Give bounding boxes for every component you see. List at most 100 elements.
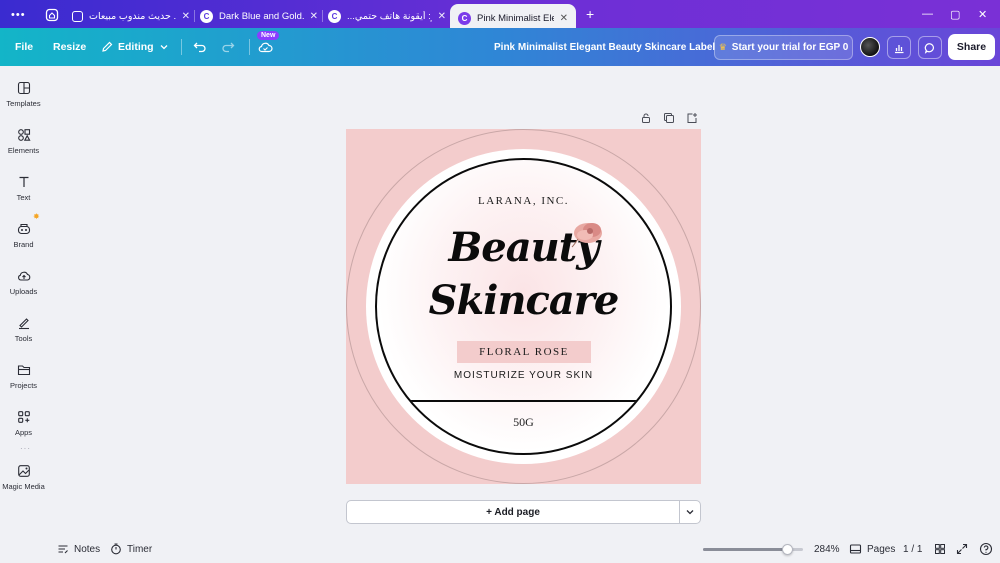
zoom-slider-fill	[703, 548, 787, 551]
sidebar-item-uploads[interactable]: Uploads	[0, 269, 47, 296]
lock-page-button[interactable]	[640, 111, 652, 123]
text-icon	[19, 176, 28, 187]
script-title-line2[interactable]: Skincare	[346, 277, 701, 324]
add-page-above-button[interactable]	[686, 111, 698, 123]
close-tab-icon[interactable]: ✕	[310, 11, 318, 22]
add-page-button[interactable]: + Add page	[346, 500, 680, 524]
duplicate-page-button[interactable]	[663, 111, 675, 123]
trial-label: Start your trial for EGP 0	[731, 42, 849, 53]
tab-dark-blue-gold[interactable]: C Dark Blue and Gold... ✕	[200, 4, 318, 28]
insights-button[interactable]	[887, 36, 911, 59]
canva-favicon-icon: C	[328, 9, 341, 23]
sidebar-item-label: Templates	[6, 99, 41, 108]
apps-grid-icon	[17, 411, 30, 423]
sidebar-item-label: Projects	[9, 381, 38, 390]
close-tab-icon[interactable]: ✕	[438, 11, 446, 22]
crown-icon: ♛	[718, 42, 727, 52]
magic-media-icon	[17, 465, 30, 477]
lock-icon	[642, 113, 650, 123]
sidebar-item-elements[interactable]: Elements	[0, 128, 47, 155]
close-window-button[interactable]: ✕	[978, 8, 987, 21]
sidebar-item-projects[interactable]: Projects	[0, 363, 47, 390]
timer-icon	[111, 543, 121, 555]
folder-icon	[17, 365, 30, 376]
grid-view-button[interactable]	[934, 538, 946, 560]
new-tab-button[interactable]: +	[586, 6, 594, 22]
maximize-button[interactable]: ▢	[950, 8, 960, 21]
tab-title: Dark Blue and Gold...	[219, 10, 304, 22]
sidebar-item-apps[interactable]: Apps	[0, 410, 47, 437]
resize-button[interactable]: Resize	[53, 28, 86, 66]
sidebar-item-label: Elements	[7, 146, 40, 155]
undo-icon	[193, 42, 206, 53]
close-tab-icon[interactable]: ✕	[182, 11, 190, 22]
notes-icon	[58, 545, 68, 554]
tab-title: ...ور: أيقونة هاتف حتمي	[347, 10, 432, 22]
undo-button[interactable]	[193, 28, 207, 66]
sidebar-divider-dots: ···	[20, 444, 31, 453]
comments-button[interactable]	[918, 36, 942, 59]
elements-icon	[17, 129, 31, 141]
sidebar-item-label: Brand	[13, 240, 34, 249]
editing-mode-button[interactable]: Editing	[101, 28, 169, 66]
toolbar-divider	[181, 28, 182, 66]
editing-label: Editing	[118, 41, 154, 53]
home-icon[interactable]	[45, 8, 59, 27]
pages-button[interactable]: Pages	[849, 538, 895, 560]
close-tab-icon[interactable]: ✕	[560, 13, 568, 24]
fullscreen-button[interactable]	[956, 538, 968, 560]
templates-icon	[17, 81, 30, 95]
bar-chart-icon	[895, 44, 904, 53]
redo-icon	[222, 42, 235, 53]
share-button[interactable]: Share	[948, 34, 995, 60]
tab-menu-icon[interactable]: •••	[11, 9, 26, 21]
add-page-icon	[687, 113, 697, 123]
printer-favicon-icon	[72, 10, 83, 22]
sidebar-item-templates[interactable]: Templates	[0, 81, 47, 108]
sidebar-item-label: Text	[16, 193, 31, 202]
duplicate-icon	[664, 113, 674, 123]
pencil-icon	[102, 41, 113, 52]
left-sidebar: Templates Elements Text Brand ✸ Uploads …	[0, 66, 47, 563]
start-trial-button[interactable]: ♛ Start your trial for EGP 0	[714, 35, 853, 60]
premium-star-icon: ✸	[33, 212, 40, 221]
avatar[interactable]	[860, 37, 880, 57]
cloud-check-icon	[258, 42, 273, 53]
sidebar-item-label: Tools	[14, 334, 33, 343]
notes-button[interactable]: Notes	[57, 538, 100, 560]
rose-flower-icon[interactable]	[570, 217, 610, 249]
canva-favicon-icon: C	[200, 9, 213, 23]
sidebar-item-label: Apps	[14, 428, 33, 437]
divider-line	[377, 400, 670, 402]
help-button[interactable]	[979, 538, 993, 560]
timer-label: Timer	[127, 543, 153, 555]
tab-separator	[194, 10, 195, 22]
zoom-slider-handle[interactable]	[781, 544, 793, 555]
pages-label: Pages	[867, 543, 896, 555]
tab-sales-rep[interactable]: حديث مندوب مبيعات ... ✕	[72, 4, 190, 28]
sidebar-item-magic-media[interactable]: Magic Media	[0, 464, 47, 491]
toolbar-divider	[249, 28, 250, 66]
design-canvas[interactable]: LARANA, INC. Beauty Skincare FLORAL ROSE…	[346, 129, 701, 484]
sidebar-item-text[interactable]: Text	[0, 175, 47, 202]
new-badge: New	[257, 31, 280, 40]
net-weight-text[interactable]: 50G	[346, 415, 701, 430]
sidebar-item-tools[interactable]: Tools	[0, 316, 47, 343]
timer-button[interactable]: Timer	[110, 538, 152, 560]
script-title-line1[interactable]: Beauty	[346, 224, 701, 271]
zoom-level[interactable]: 284%	[814, 538, 840, 560]
design-title[interactable]: Pink Minimalist Elegant Beauty Skincare …	[494, 28, 715, 66]
tab-title: حديث مندوب مبيعات ...	[89, 10, 176, 22]
company-name[interactable]: LARANA, INC.	[346, 195, 701, 207]
redo-button[interactable]	[221, 28, 235, 66]
page-count: 1 / 1	[903, 543, 923, 555]
brand-icon	[17, 223, 30, 235]
add-page-options-button[interactable]	[679, 500, 701, 524]
tagline-text[interactable]: MOISTURIZE YOUR SKIN	[346, 370, 701, 381]
minimize-button[interactable]: —	[922, 8, 933, 20]
variant-label-box[interactable]: FLORAL ROSE	[457, 341, 591, 363]
upload-cloud-icon	[17, 271, 30, 281]
tab-phone-icon[interactable]: C ...ور: أيقونة هاتف حتمي ✕	[328, 4, 446, 28]
sidebar-item-brand[interactable]: Brand	[0, 222, 47, 249]
file-menu-button[interactable]: File	[15, 28, 33, 66]
